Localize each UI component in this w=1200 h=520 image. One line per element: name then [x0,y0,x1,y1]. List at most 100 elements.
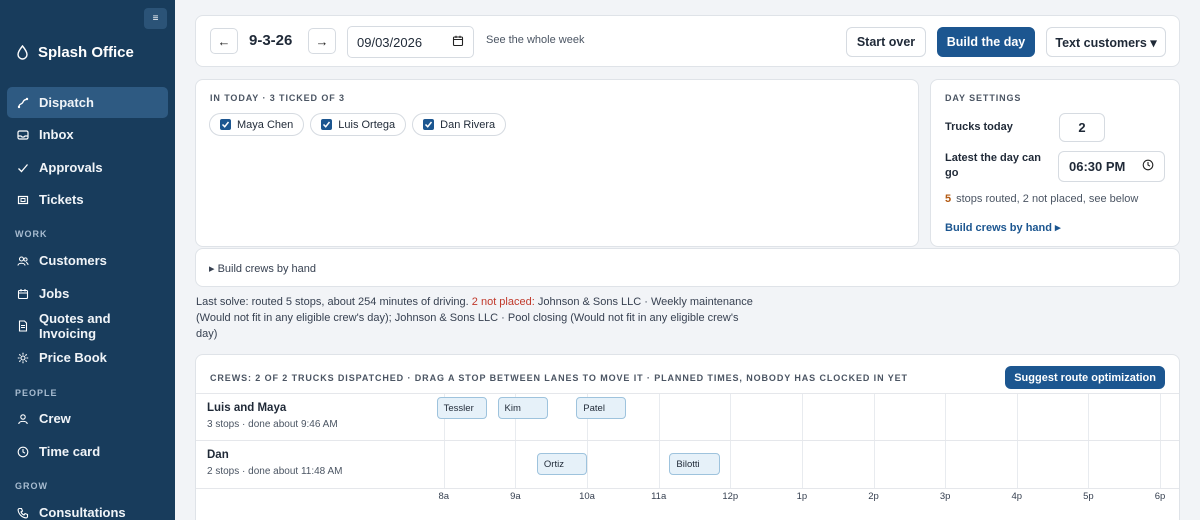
not-placed-warning: 2 not placed: [471,296,535,308]
text-customers-dropdown[interactable]: Text customers ▾ [1046,27,1166,57]
clock-icon [17,446,29,458]
sidebar-item-customers[interactable]: Customers [7,245,168,276]
sidebar-item-jobs[interactable]: Jobs [7,278,168,309]
date-toolbar: ← 9-3-26 → 09/03/2026 See the whole week… [195,15,1180,67]
hour-gridline [945,394,947,441]
hour-gridline [801,394,803,441]
ticket-icon [17,194,29,206]
sidebar-item-label: Price Book [39,350,107,365]
crew-lane-name: Dan [207,449,229,461]
hour-tick-label: 4p [1011,491,1023,502]
previous-day-button[interactable]: ← [210,28,238,54]
build-the-day-button[interactable]: Build the day [937,27,1035,57]
hour-gridline [1016,394,1018,441]
nav-section-work: WORK [15,229,48,239]
droplet-icon [16,45,28,61]
hour-gridline [945,441,947,488]
date-label: 9-3-26 [249,32,293,49]
build-crews-by-hand-link[interactable]: Build crews by hand ▸ [945,221,1061,234]
sidebar-item-price-book[interactable]: Price Book [7,342,168,373]
calendar-icon [17,288,29,300]
start-over-button[interactable]: Start over [846,27,926,57]
stop-block[interactable]: Ortiz [536,453,588,475]
trucks-today-label: Trucks today [945,121,1013,133]
hour-gridline [515,441,517,488]
inbox-icon [17,129,29,141]
sidebar-item-crew[interactable]: Crew [7,403,168,434]
stop-block[interactable]: Bilotti [669,453,720,475]
sidebar-item-label: Time card [39,444,101,459]
hour-tick-label: 6p [1154,491,1166,502]
crew-chip[interactable]: Maya Chen [209,113,305,136]
sidebar-item-tickets[interactable]: Tickets [7,184,168,215]
hour-tick-label: 5p [1083,491,1094,502]
stop-block[interactable]: Kim [497,397,548,419]
build-crews-toggle[interactable]: ▸ Build crews by hand [209,262,316,275]
sidebar-item-label: Consultations [39,505,126,520]
crew-lane: Luis and Maya 3 stops · done about 9:46 A… [196,393,1179,441]
trucks-today-input[interactable]: 2 [1059,113,1105,142]
nav-section-people: PEOPLE [15,388,58,398]
latest-time-input[interactable]: 06:30 PM [1058,151,1165,182]
stop-block[interactable]: Tessler [436,397,487,419]
latest-day-label: Latest the day can go [945,152,1041,179]
document-icon [17,319,29,332]
hour-gridline [1016,441,1018,488]
in-today-panel: IN TODAY · 3 TICKED OF 3 Maya Chen Luis … [195,79,919,247]
hour-gridline [1088,441,1090,488]
clock-icon [1142,159,1154,174]
gear-icon [17,352,29,364]
crew-chip-label: Luis Ortega [338,118,396,131]
sidebar-item-label: Approvals [39,160,103,175]
checkbox-checked-icon[interactable] [321,119,333,130]
hour-tick-label: 12p [722,491,739,502]
hour-gridline [801,441,803,488]
checkbox-checked-icon[interactable] [220,119,231,130]
hour-gridline [658,441,660,488]
hour-gridline [873,394,875,441]
hour-tick-label: 9a [510,491,521,502]
hour-gridline [730,394,732,441]
latest-time-value: 06:30 PM [1069,159,1126,174]
hour-tick-label: 3p [939,491,951,502]
crew-chip[interactable]: Dan Rivera [412,113,507,136]
sidebar-item-inbox[interactable]: Inbox [7,119,168,150]
hour-gridline [873,441,875,488]
crew-chip[interactable]: Luis Ortega [310,113,407,136]
person-icon [17,413,29,425]
date-input-value: 09/03/2026 [357,34,423,50]
brand-name: Splash Office [38,44,134,61]
sidebar-item-label: Customers [39,253,107,268]
calendar-icon [452,35,464,50]
sidebar-item-quotes[interactable]: Quotes and Invoicing [7,310,168,341]
crew-chip-label: Maya Chen [237,118,294,131]
next-day-button[interactable]: → [308,28,336,54]
dispatch-icon [17,97,29,109]
sidebar-item-label: Tickets [39,192,84,207]
day-settings-heading: DAY SETTINGS [945,93,1022,103]
sidebar-item-dispatch[interactable]: Dispatch [7,87,168,118]
sidebar-item-time-card[interactable]: Time card [7,436,168,467]
hour-gridline [730,441,732,488]
stop-block[interactable]: Patel [576,397,627,419]
sidebar-item-label: Quotes and Invoicing [39,310,111,341]
hour-tick-label: 2p [868,491,879,502]
hour-gridline [1160,441,1161,488]
sidebar-item-consultations[interactable]: Consultations [7,497,168,520]
routing-summary: 5 stops routed, 2 not placed, see below [945,193,1138,205]
suggest-route-optimization-button[interactable]: Suggest route optimization [1005,366,1165,389]
crews-heading: CREWS: 2 OF 2 TRUCKS DISPATCHED · DRAG A… [210,373,908,383]
routing-summary-text: stops routed, 2 not placed, see below [956,193,1139,205]
checkbox-checked-icon[interactable] [423,119,435,130]
brand: Splash Office [16,44,134,61]
sidebar-item-approvals[interactable]: Approvals [7,152,168,183]
hour-gridline [587,441,589,488]
sidebar-collapse-button[interactable]: ≡ [144,8,167,29]
hour-gridline [1088,394,1090,441]
date-input[interactable]: 09/03/2026 [347,26,474,58]
crew-chip-label: Dan Rivera [440,118,496,131]
build-crews-disclosure: ▸ Build crews by hand [195,248,1180,287]
see-whole-week-link[interactable]: See the whole week [486,34,584,46]
hour-gridline [1160,394,1161,441]
sidebar-item-label: Inbox [39,127,74,142]
